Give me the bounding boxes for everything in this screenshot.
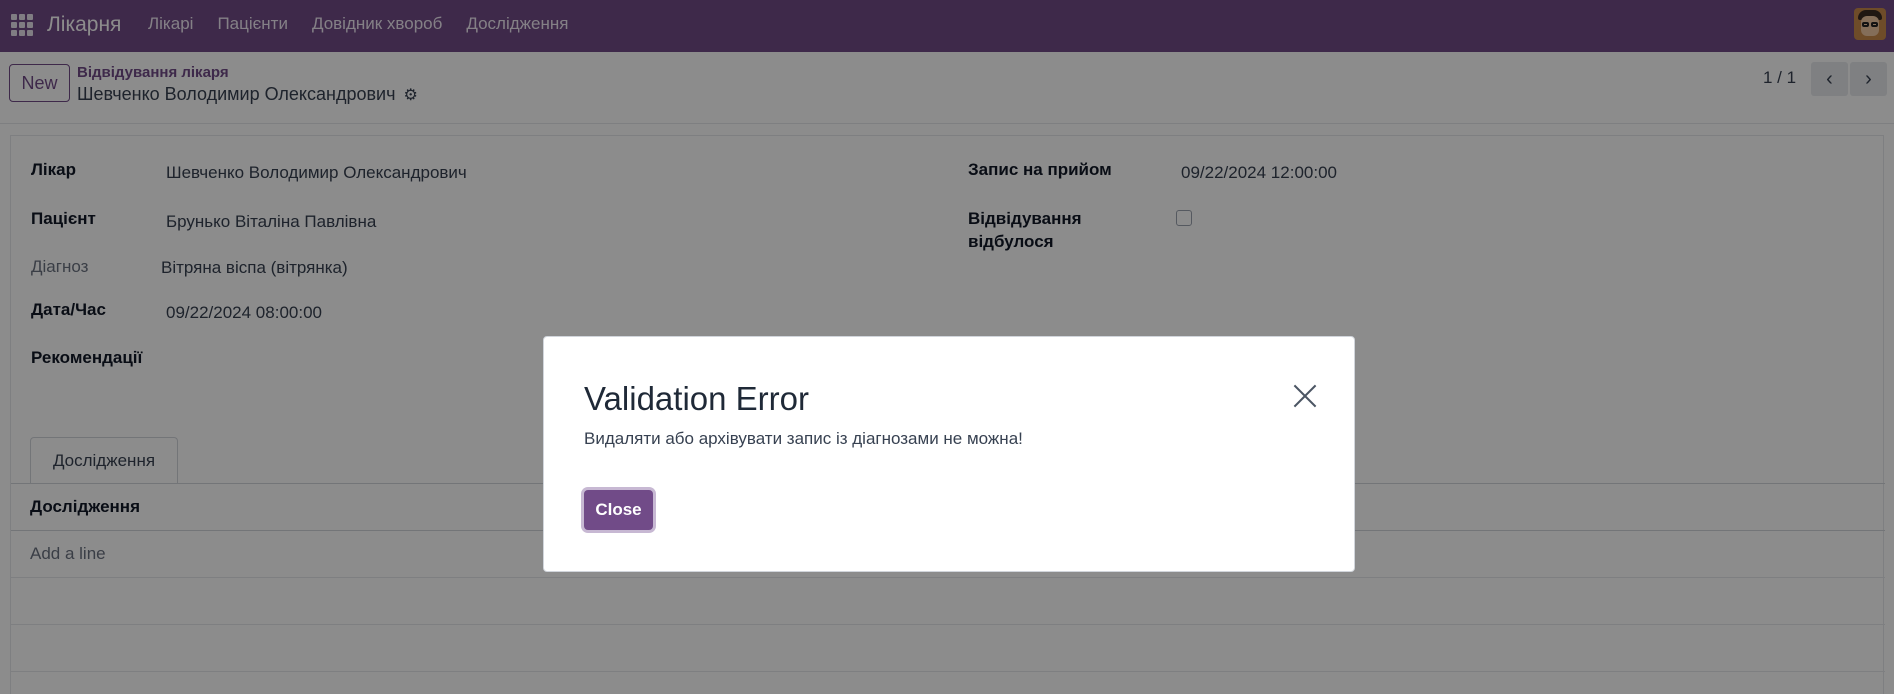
dialog-title: Validation Error [584,380,809,417]
close-icon[interactable] [1292,383,1318,409]
validation-error-dialog: Validation Error Видаляти або архівувати… [543,336,1355,572]
dialog-message: Видаляти або архівувати запис із діагноз… [584,429,1023,448]
close-button[interactable]: Close [584,490,653,530]
